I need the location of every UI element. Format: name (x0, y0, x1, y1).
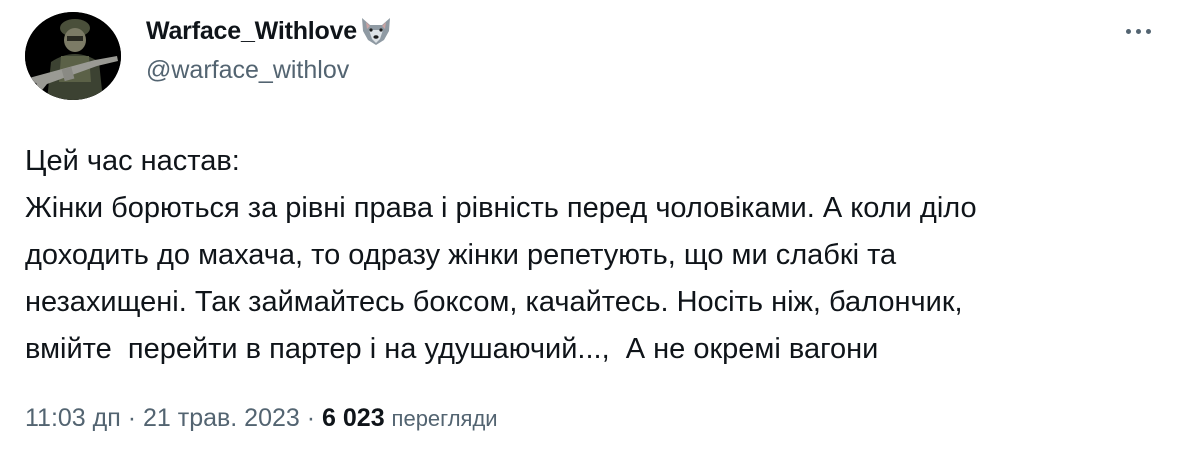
avatar[interactable] (25, 12, 121, 100)
tweet-text-line: вмійте перейти в партер і на удушаючий..… (25, 333, 879, 365)
wolf-face-icon (359, 16, 393, 46)
ellipsis-icon (1125, 28, 1131, 34)
tweet-card: Warface_Withlove @warface_withlov Цей ча… (0, 0, 1190, 476)
views-spacer (385, 404, 392, 433)
tweet-text: Цей час настав: Жінки борються за рівні п… (25, 138, 1165, 373)
tweet-meta: 11:03 дп · 21 трав. 2023 · 6 023 перегля… (25, 404, 498, 433)
tweet-text-line: доходить до махача, то одразу жінки репе… (25, 239, 897, 271)
author-name-row: Warface_Withlove (146, 14, 393, 48)
views-count[interactable]: 6 023 (322, 404, 385, 433)
ellipsis-dot (1135, 28, 1141, 34)
tweet-date-link[interactable]: 21 трав. 2023 (143, 404, 300, 433)
tweet-time-link[interactable]: 11:03 дп (25, 404, 121, 433)
views-label[interactable]: перегляди (392, 406, 498, 432)
tweet-text-line: Цей час настав: (25, 145, 240, 177)
meta-separator: · (299, 404, 323, 432)
soldier-avatar-image (25, 12, 121, 100)
display-name[interactable]: Warface_Withlove (146, 17, 357, 46)
author-handle[interactable]: @warface_withlov (146, 56, 349, 85)
ellipsis-dot (1145, 28, 1151, 34)
tweet-text-line: незахищені. Так займайтесь боксом, качай… (25, 286, 963, 318)
more-options-button[interactable] (1118, 20, 1158, 42)
meta-separator: · (120, 404, 143, 432)
tweet-text-line: Жінки борються за рівні права і рівність… (25, 192, 977, 224)
